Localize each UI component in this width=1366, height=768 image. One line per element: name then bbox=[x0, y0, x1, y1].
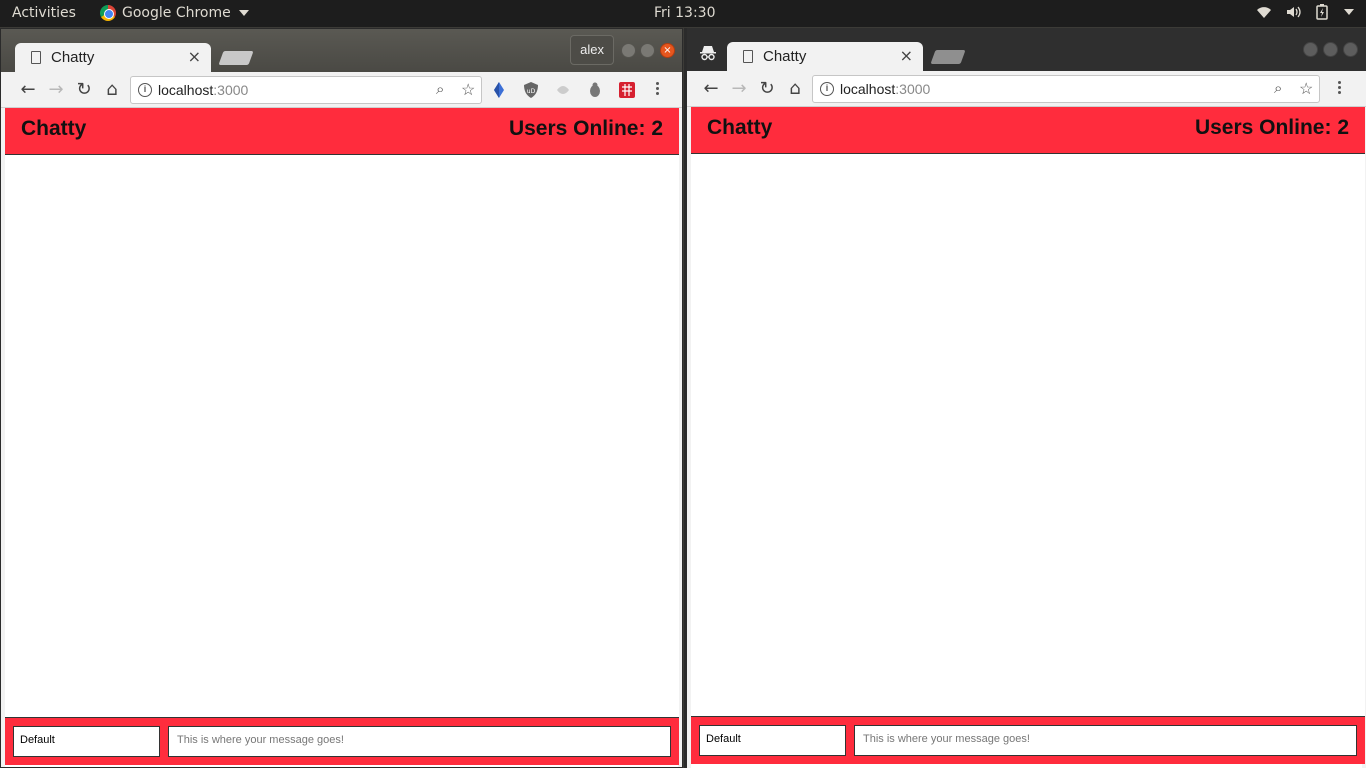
message-input[interactable]: This is where your message goes! bbox=[168, 726, 671, 757]
volume-icon[interactable] bbox=[1286, 5, 1302, 19]
tab-title: Chatty bbox=[763, 48, 807, 65]
extension-icon[interactable] bbox=[554, 81, 572, 99]
red-extension-icon[interactable] bbox=[618, 81, 636, 99]
forward-icon[interactable]: → bbox=[729, 79, 749, 99]
username-input[interactable]: Default bbox=[699, 725, 846, 756]
reload-icon[interactable]: ↻ bbox=[74, 80, 94, 100]
bookmark-star-icon[interactable]: ☆ bbox=[1299, 79, 1313, 99]
app-navbar: Chatty Users Online: 2 bbox=[5, 108, 679, 155]
bookmark-star-icon[interactable]: ☆ bbox=[461, 80, 475, 100]
minimize-button[interactable] bbox=[621, 43, 636, 58]
close-window-button[interactable] bbox=[1343, 42, 1358, 57]
profile-button[interactable]: alex bbox=[570, 35, 614, 65]
url-text: localhost:3000 bbox=[840, 81, 931, 97]
bug-extension-icon[interactable] bbox=[586, 81, 604, 99]
url-text: localhost:3000 bbox=[158, 82, 249, 98]
tab-strip: Chatty × alex × bbox=[1, 29, 682, 72]
browser-window-right: Chatty × ← → ↻ ⌂ i localhost:3000 ⌕ ☆ Ch… bbox=[684, 28, 1366, 768]
chat-bar: Default This is where your message goes! bbox=[691, 716, 1365, 764]
menu-kebab-icon[interactable] bbox=[1336, 79, 1342, 99]
system-menu-chevron-icon[interactable] bbox=[1344, 9, 1354, 15]
tab-title: Chatty bbox=[51, 49, 95, 66]
zoom-icon[interactable]: ⌕ bbox=[1274, 80, 1282, 97]
clock[interactable]: Fri 13:30 bbox=[654, 5, 715, 21]
reload-icon[interactable]: ↻ bbox=[757, 79, 777, 99]
minimize-button[interactable] bbox=[1303, 42, 1318, 57]
message-list bbox=[691, 154, 1365, 716]
new-tab-button[interactable] bbox=[930, 50, 966, 64]
tab-chatty[interactable]: Chatty × bbox=[15, 43, 211, 72]
zoom-icon[interactable]: ⌕ bbox=[436, 81, 444, 98]
wifi-icon[interactable] bbox=[1256, 5, 1272, 19]
chat-bar: Default This is where your message goes! bbox=[5, 717, 679, 765]
tab-chatty[interactable]: Chatty × bbox=[727, 42, 923, 71]
back-icon[interactable]: ← bbox=[18, 80, 38, 100]
close-window-button[interactable]: × bbox=[660, 43, 675, 58]
users-online-count: Users Online: 2 bbox=[508, 117, 663, 140]
message-input[interactable]: This is where your message goes! bbox=[854, 725, 1357, 756]
app-navbar: Chatty Users Online: 2 bbox=[691, 107, 1365, 154]
system-top-bar: Activities Google Chrome Fri 13:30 bbox=[0, 0, 1366, 27]
app-brand[interactable]: Chatty bbox=[707, 116, 772, 140]
app-menu-label: Google Chrome bbox=[122, 5, 231, 21]
ublock-extension-icon[interactable]: uD bbox=[522, 81, 540, 99]
app-menu[interactable]: Google Chrome bbox=[100, 5, 249, 21]
new-tab-button[interactable] bbox=[218, 51, 254, 65]
browser-toolbar: ← → ↻ ⌂ i localhost:3000 ⌕ ☆ bbox=[687, 71, 1366, 107]
chevron-down-icon bbox=[238, 10, 249, 16]
battery-icon[interactable] bbox=[1316, 4, 1328, 20]
incognito-icon bbox=[700, 46, 716, 61]
home-icon[interactable]: ⌂ bbox=[785, 79, 805, 99]
svg-text:uD: uD bbox=[527, 88, 536, 95]
maximize-button[interactable] bbox=[640, 43, 655, 58]
activities-button[interactable]: Activities bbox=[12, 5, 76, 21]
chrome-icon bbox=[100, 5, 116, 21]
address-bar[interactable]: i localhost:3000 ⌕ ☆ bbox=[130, 76, 482, 104]
forward-icon[interactable]: → bbox=[46, 80, 66, 100]
home-icon[interactable]: ⌂ bbox=[102, 80, 122, 100]
menu-kebab-icon[interactable] bbox=[654, 80, 660, 100]
browser-window-left: Chatty × alex × ← → ↻ ⌂ i localhost:3000… bbox=[0, 28, 683, 768]
back-icon[interactable]: ← bbox=[701, 79, 721, 99]
site-info-icon[interactable]: i bbox=[138, 83, 152, 97]
users-online-count: Users Online: 2 bbox=[1194, 116, 1349, 139]
browser-toolbar: ← → ↻ ⌂ i localhost:3000 ⌕ ☆ uD bbox=[1, 72, 682, 108]
site-info-icon[interactable]: i bbox=[820, 82, 834, 96]
page-icon bbox=[743, 50, 753, 63]
page-icon bbox=[31, 51, 41, 64]
app-brand[interactable]: Chatty bbox=[21, 117, 86, 141]
maximize-button[interactable] bbox=[1323, 42, 1338, 57]
system-tray bbox=[1256, 4, 1354, 20]
address-bar[interactable]: i localhost:3000 ⌕ ☆ bbox=[812, 75, 1320, 103]
message-list bbox=[5, 155, 679, 717]
tab-close-icon[interactable]: × bbox=[900, 46, 913, 65]
username-input[interactable]: Default bbox=[13, 726, 160, 757]
ethereum-extension-icon[interactable] bbox=[490, 81, 508, 99]
tab-close-icon[interactable]: × bbox=[188, 47, 201, 66]
tab-strip: Chatty × bbox=[687, 28, 1366, 71]
